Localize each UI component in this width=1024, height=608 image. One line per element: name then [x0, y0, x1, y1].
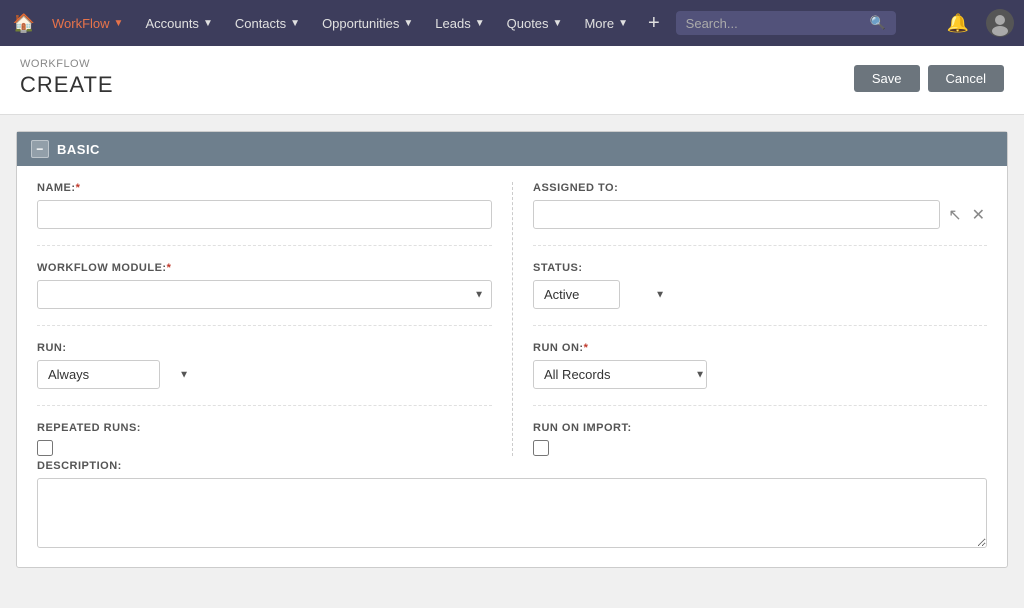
section-header: − BASIC	[17, 132, 1007, 166]
workflow-module-label: WORKFLOW MODULE:*	[37, 262, 492, 274]
run-caret-icon: ▼	[179, 369, 189, 380]
status-field: STATUS: Active Inactive ▼	[533, 262, 987, 326]
workflow-caret-icon: ▼	[114, 18, 124, 29]
run-on-import-label: RUN ON IMPORT:	[533, 422, 987, 434]
form-left-col: NAME:* WORKFLOW MODULE:* Accounts	[37, 182, 512, 456]
run-on-select-wrapper: All Records New Records Only Modified Re…	[533, 360, 713, 389]
breadcrumb: WORKFLOW	[20, 58, 114, 70]
nav-right-icons: 🔔	[942, 7, 1016, 39]
name-label: NAME:*	[37, 182, 492, 194]
nav-leads-label: Leads	[435, 16, 470, 31]
content-area: − BASIC NAME:*	[0, 115, 1024, 600]
name-input[interactable]	[37, 200, 492, 229]
more-caret-icon: ▼	[618, 18, 628, 29]
user-avatar[interactable]	[984, 7, 1016, 39]
run-on-field: RUN ON:* All Records New Records Only Mo…	[533, 342, 987, 406]
status-select-wrapper: Active Inactive ▼	[533, 280, 673, 309]
repeated-runs-field: REPEATED RUNS:	[37, 422, 492, 456]
nav-more-label: More	[584, 16, 614, 31]
run-on-label: RUN ON:*	[533, 342, 987, 354]
section-body: NAME:* WORKFLOW MODULE:* Accounts	[17, 166, 1007, 567]
workflow-module-select[interactable]: Accounts Contacts Leads Opportunities	[37, 280, 492, 309]
nav-item-contacts[interactable]: Contacts ▼	[225, 0, 310, 46]
header-buttons: Save Cancel	[854, 65, 1004, 92]
form-grid: NAME:* WORKFLOW MODULE:* Accounts	[37, 182, 987, 456]
repeated-runs-checkbox[interactable]	[37, 440, 53, 456]
run-label: RUN:	[37, 342, 492, 354]
assigned-to-select-icon[interactable]: ↖	[946, 205, 963, 225]
contacts-caret-icon: ▼	[290, 18, 300, 29]
basic-section: − BASIC NAME:*	[16, 131, 1008, 568]
nav-workflow-label: WorkFlow	[52, 16, 110, 31]
assigned-to-label: ASSIGNED TO:	[533, 182, 987, 194]
assigned-to-input[interactable]	[533, 200, 940, 229]
quotes-caret-icon: ▼	[553, 18, 563, 29]
run-field: RUN: Always Only On Save Only On New ▼	[37, 342, 492, 406]
repeated-runs-label: REPEATED RUNS:	[37, 422, 492, 434]
nav-item-quotes[interactable]: Quotes ▼	[497, 0, 573, 46]
opportunities-caret-icon: ▼	[403, 18, 413, 29]
page-title: CREATE	[20, 72, 114, 98]
section-title: BASIC	[57, 142, 100, 157]
save-button[interactable]: Save	[854, 65, 920, 92]
page-header-left: WORKFLOW CREATE	[20, 58, 114, 98]
assigned-to-clear-icon[interactable]: ✕	[970, 205, 987, 225]
page-header: WORKFLOW CREATE Save Cancel	[0, 46, 1024, 115]
notifications-icon[interactable]: 🔔	[942, 7, 974, 39]
status-label: STATUS:	[533, 262, 987, 274]
navbar: 🏠 WorkFlow ▼ Accounts ▼ Contacts ▼ Oppor…	[0, 0, 1024, 46]
status-select[interactable]: Active Inactive	[533, 280, 620, 309]
nav-quotes-label: Quotes	[507, 16, 549, 31]
form-right-col: ASSIGNED TO: ↖ ✕ STATUS: Active	[512, 182, 987, 456]
nav-item-opportunities[interactable]: Opportunities ▼	[312, 0, 423, 46]
nav-item-leads[interactable]: Leads ▼	[425, 0, 494, 46]
status-caret-icon: ▼	[655, 289, 665, 300]
search-input[interactable]	[686, 16, 864, 31]
nav-item-workflow[interactable]: WorkFlow ▼	[42, 0, 133, 46]
run-on-import-checkbox[interactable]	[533, 440, 549, 456]
nav-contacts-label: Contacts	[235, 16, 286, 31]
description-label: DESCRIPTION:	[37, 460, 987, 472]
workflow-module-select-wrapper: Accounts Contacts Leads Opportunities ▼	[37, 280, 492, 309]
nav-accounts-label: Accounts	[145, 16, 198, 31]
home-icon[interactable]: 🏠	[8, 7, 40, 39]
name-field: NAME:*	[37, 182, 492, 246]
run-on-import-field: RUN ON IMPORT:	[533, 422, 987, 456]
run-select[interactable]: Always Only On Save Only On New	[37, 360, 160, 389]
accounts-caret-icon: ▼	[203, 18, 213, 29]
assigned-to-field: ASSIGNED TO: ↖ ✕	[533, 182, 987, 246]
nav-item-more[interactable]: More ▼	[574, 0, 638, 46]
search-icon: 🔍	[869, 15, 885, 31]
workflow-module-field: WORKFLOW MODULE:* Accounts Contacts Lead…	[37, 262, 492, 326]
nav-item-accounts[interactable]: Accounts ▼	[135, 0, 222, 46]
cancel-button[interactable]: Cancel	[928, 65, 1004, 92]
leads-caret-icon: ▼	[475, 18, 485, 29]
add-button[interactable]: +	[640, 12, 668, 35]
run-on-select[interactable]: All Records New Records Only Modified Re…	[533, 360, 707, 389]
search-bar: 🔍	[676, 11, 896, 35]
nav-opportunities-label: Opportunities	[322, 16, 399, 31]
run-select-wrapper: Always Only On Save Only On New ▼	[37, 360, 197, 389]
section-toggle-button[interactable]: −	[31, 140, 49, 158]
description-textarea[interactable]	[37, 478, 987, 548]
assigned-to-wrapper: ↖ ✕	[533, 200, 987, 229]
description-field: DESCRIPTION:	[37, 460, 987, 551]
